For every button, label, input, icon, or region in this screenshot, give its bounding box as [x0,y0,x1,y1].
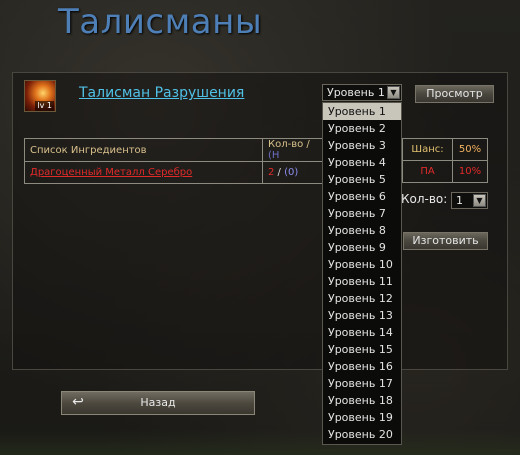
level-option[interactable]: Уровень 12 [323,290,401,307]
table-row: Драгоценный Металл Серебро 2 / (0) [24,161,324,184]
level-option[interactable]: Уровень 11 [323,273,401,290]
chance-value: 50% [452,138,488,161]
pa-label: ПА [401,160,454,183]
ingredient-need: (0) [284,167,299,178]
talisman-name-link[interactable]: Талисман Разрушения [79,85,244,101]
chance-row: Шанс: 50% [401,138,488,161]
level-select[interactable]: Уровень 1 ▼ [322,84,402,101]
back-button-label: Назад [140,396,176,409]
ingredient-qty-cell: 2 / (0) [262,161,324,184]
level-option[interactable]: Уровень 1 [323,103,401,120]
level-option[interactable]: Уровень 19 [323,409,401,426]
header-qty-paren: (Н [268,150,280,161]
level-option[interactable]: Уровень 5 [323,171,401,188]
quantity-select-value: 1 [456,194,463,207]
page-title: Талисманы [58,2,263,42]
pa-value: 10% [452,160,488,183]
level-option[interactable]: Уровень 18 [323,392,401,409]
chance-table: Шанс: 50% ПА 10% [401,138,488,183]
level-option[interactable]: Уровень 3 [323,137,401,154]
level-option[interactable]: Уровень 16 [323,358,401,375]
level-option[interactable]: Уровень 14 [323,324,401,341]
level-option[interactable]: Уровень 6 [323,188,401,205]
ingredients-header-row: Список Ингредиентов Кол-во / (Н [24,138,324,162]
level-option[interactable]: Уровень 7 [323,205,401,222]
back-button[interactable]: ↩ Назад [61,391,255,415]
level-option[interactable]: Уровень 2 [323,120,401,137]
back-arrow-icon: ↩ [72,394,84,410]
level-option[interactable]: Уровень 10 [323,256,401,273]
ingredients-header-qty: Кол-во / (Н [262,138,324,162]
ingredient-name-cell: Драгоценный Металл Серебро [24,161,263,184]
level-option[interactable]: Уровень 20 [323,426,401,443]
level-option[interactable]: Уровень 8 [323,222,401,239]
level-option[interactable]: Уровень 9 [323,239,401,256]
ingredient-link[interactable]: Драгоценный Металл Серебро [30,167,192,178]
level-select-value: Уровень 1 [327,86,385,99]
quantity-label: Кол-во: [401,192,448,206]
icon-level-badge: lv 1 [35,101,54,111]
quantity-select[interactable]: 1 ▼ [451,192,488,209]
level-option[interactable]: Уровень 17 [323,375,401,392]
ingredient-qty-sep: / [274,167,285,178]
chance-label: Шанс: [401,138,454,161]
fire-talisman-icon[interactable]: lv 1 [24,80,56,112]
chevron-down-icon[interactable]: ▼ [387,86,400,99]
header-qty-label: Кол-во / [268,139,310,150]
chevron-down-icon[interactable]: ▼ [473,194,486,207]
level-dropdown-list[interactable]: Уровень 1 Уровень 2 Уровень 3 Уровень 4 … [322,102,402,445]
view-button[interactable]: Просмотр [415,85,494,103]
level-option[interactable]: Уровень 4 [323,154,401,171]
craft-button[interactable]: Изготовить [403,232,488,250]
level-option[interactable]: Уровень 15 [323,341,401,358]
ingredients-header-name: Список Ингредиентов [24,138,263,162]
pa-row: ПА 10% [401,160,488,183]
level-option[interactable]: Уровень 13 [323,307,401,324]
ingredients-table: Список Ингредиентов Кол-во / (Н Драгоцен… [24,138,324,184]
crafting-panel [12,72,508,370]
bottom-decoration [0,430,520,455]
